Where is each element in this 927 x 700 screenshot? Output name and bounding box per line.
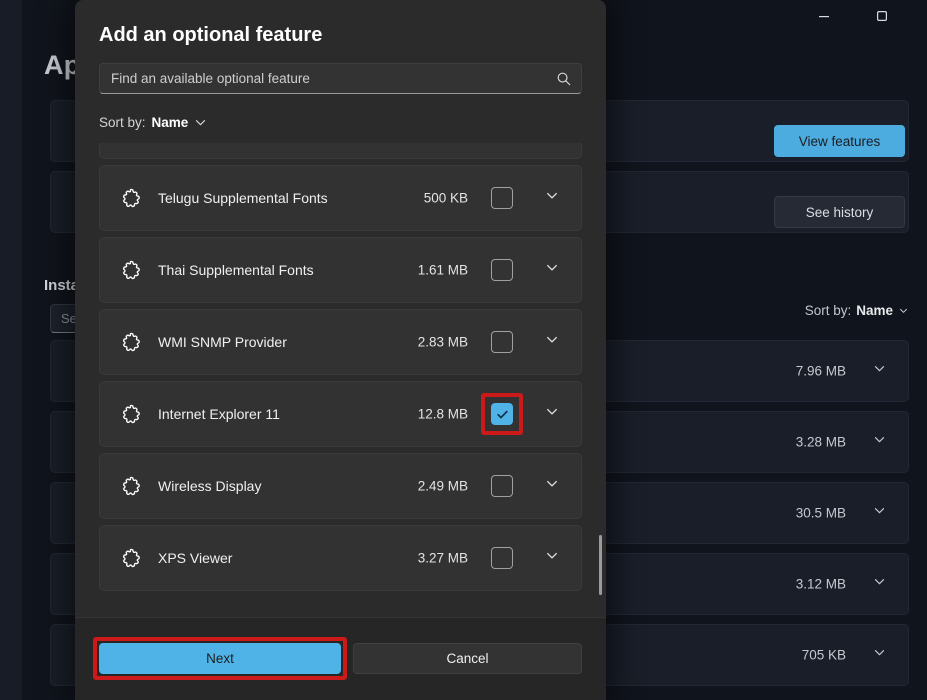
- chevron-down-icon: [898, 305, 909, 316]
- dialog-sort-by-label: Sort by:: [99, 115, 146, 130]
- feature-checkbox[interactable]: [491, 547, 513, 569]
- minimize-button[interactable]: [801, 0, 847, 32]
- feature-size: 12.8 MB: [418, 407, 468, 422]
- cancel-button[interactable]: Cancel: [353, 643, 582, 674]
- feature-size: 3.27 MB: [418, 551, 468, 566]
- chevron-down-icon[interactable]: [545, 189, 559, 208]
- bg-row-size: 3.12 MB: [796, 577, 846, 592]
- chevron-down-icon[interactable]: [545, 477, 559, 496]
- feature-checkbox[interactable]: [491, 187, 513, 209]
- dialog-sort-by-dropdown[interactable]: Sort by: Name: [99, 115, 207, 130]
- chevron-down-icon: [873, 504, 886, 522]
- feature-name: Thai Supplemental Fonts: [158, 262, 314, 278]
- search-icon[interactable]: [547, 71, 581, 87]
- see-history-button[interactable]: See history: [774, 196, 905, 228]
- feature-name: Telugu Supplemental Fonts: [158, 190, 328, 206]
- chevron-down-icon[interactable]: [545, 261, 559, 280]
- feature-search-input[interactable]: [100, 70, 547, 87]
- feature-size: 2.49 MB: [418, 479, 468, 494]
- view-features-button[interactable]: View features: [774, 125, 905, 157]
- chevron-down-icon: [873, 433, 886, 451]
- optional-features-list[interactable]: Telugu Supplemental Fonts 500 KB Thai Supp…: [99, 143, 582, 613]
- dialog-sort-by-value: Name: [152, 115, 189, 130]
- list-scrollbar[interactable]: [599, 143, 602, 613]
- feature-icon: [122, 259, 144, 281]
- feature-size: 1.61 MB: [418, 263, 468, 278]
- bg-row-size: 7.96 MB: [796, 364, 846, 379]
- feature-name: WMI SNMP Provider: [158, 334, 287, 350]
- feature-size: 2.83 MB: [418, 335, 468, 350]
- feature-icon: [122, 331, 144, 353]
- feature-checkbox[interactable]: [491, 331, 513, 353]
- feature-name: Internet Explorer 11: [158, 406, 280, 422]
- maximize-icon: [876, 10, 888, 22]
- chevron-down-icon[interactable]: [545, 549, 559, 568]
- list-item[interactable]: Telugu Supplemental Fonts 500 KB: [99, 165, 582, 231]
- chevron-down-icon: [873, 362, 886, 380]
- feature-icon: [122, 187, 144, 209]
- feature-name: XPS Viewer: [158, 550, 232, 566]
- bg-sort-by-dropdown[interactable]: Sort by: Name: [805, 303, 909, 318]
- bg-row-size: 705 KB: [802, 648, 846, 663]
- feature-icon: [122, 475, 144, 497]
- feature-name: Wireless Display: [158, 478, 261, 494]
- settings-sidebar: [0, 0, 22, 700]
- feature-checkbox[interactable]: [491, 475, 513, 497]
- list-item[interactable]: WMI SNMP Provider 2.83 MB: [99, 309, 582, 375]
- feature-icon: [122, 547, 144, 569]
- chevron-down-icon[interactable]: [545, 405, 559, 424]
- feature-icon: [122, 403, 144, 425]
- scrollbar-thumb[interactable]: [599, 535, 602, 595]
- chevron-down-icon: [873, 646, 886, 664]
- list-item-partial[interactable]: [99, 143, 582, 159]
- feature-checkbox[interactable]: [491, 403, 513, 425]
- feature-checkbox[interactable]: [491, 259, 513, 281]
- check-icon: [496, 408, 509, 421]
- dialog-title: Add an optional feature: [99, 24, 322, 47]
- dialog-footer: Next Cancel: [75, 617, 606, 700]
- feature-size: 500 KB: [424, 191, 468, 206]
- list-item[interactable]: Wireless Display 2.49 MB: [99, 453, 582, 519]
- list-item[interactable]: XPS Viewer 3.27 MB: [99, 525, 582, 591]
- chevron-down-icon: [194, 116, 207, 129]
- add-optional-feature-dialog: Add an optional feature Sort by: Name Te…: [75, 0, 606, 700]
- list-item[interactable]: Internet Explorer 11 12.8 MB: [99, 381, 582, 447]
- bg-sort-by-value: Name: [856, 303, 893, 318]
- bg-row-size: 3.28 MB: [796, 435, 846, 450]
- list-item[interactable]: Thai Supplemental Fonts 1.61 MB: [99, 237, 582, 303]
- maximize-button[interactable]: [859, 0, 905, 32]
- bg-row-size: 30.5 MB: [796, 506, 846, 521]
- chevron-down-icon[interactable]: [545, 333, 559, 352]
- bg-sort-by-label: Sort by:: [805, 303, 852, 318]
- next-button[interactable]: Next: [99, 643, 341, 674]
- minimize-icon: [818, 10, 830, 22]
- chevron-down-icon: [873, 575, 886, 593]
- feature-search-box[interactable]: [99, 63, 582, 94]
